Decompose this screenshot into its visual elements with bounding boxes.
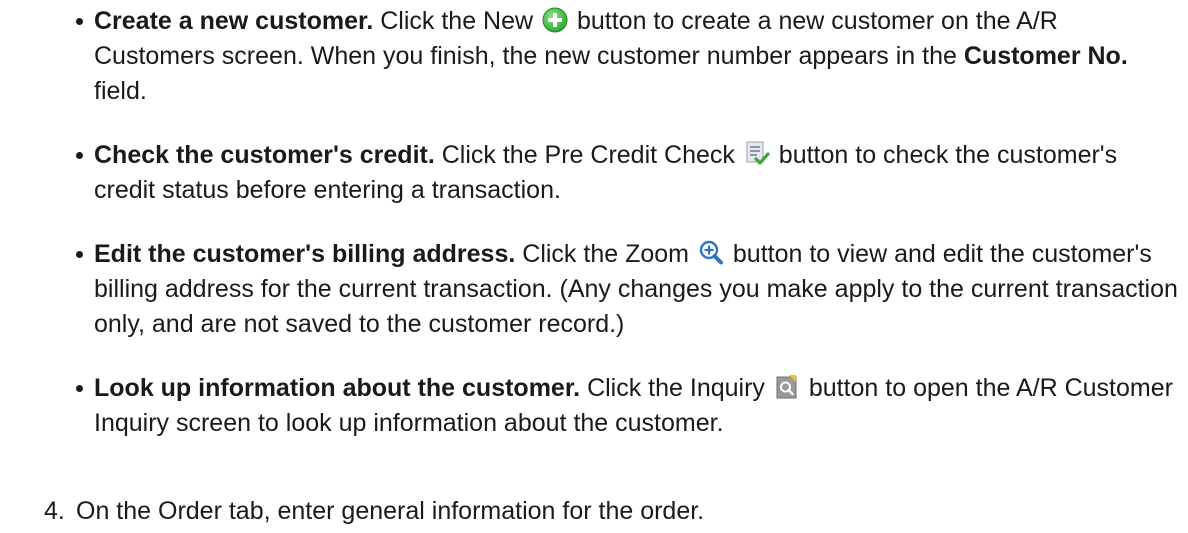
bullet-item-billing-address: Edit the customer's billing address. Cli… (0, 237, 1188, 342)
bullet-dot (76, 251, 83, 258)
bullet-item-inquiry: Look up information about the customer. … (0, 371, 1188, 441)
bullet-list: Create a new customer. Click the New but… (0, 4, 1188, 470)
bullet-dot (76, 152, 83, 159)
bullet-lead: Edit the customer's billing address. (94, 240, 516, 268)
bullet-lead: Check the customer's credit. (94, 141, 435, 169)
bullet-text: Click the Inquiry (580, 374, 772, 402)
customer-no-field-label: Customer No. (963, 42, 1128, 70)
zoom-icon (699, 240, 723, 265)
bullet-text: field. (94, 77, 147, 105)
bullet-lead: Create a new customer. (94, 7, 374, 35)
bullet-text: Click the Pre Credit Check (434, 141, 742, 169)
step-4: 4. On the Order tab, enter general inform… (44, 494, 704, 529)
bullet-dot (76, 18, 83, 25)
help-page: Create a new customer. Click the New but… (0, 0, 1188, 533)
bullet-text: Click the Zoom (515, 240, 696, 268)
bullet-item-credit-check: Check the customer's credit. Click the P… (0, 138, 1188, 208)
bullet-text: Click the New (373, 7, 541, 35)
credit-check-icon (746, 141, 770, 165)
plus-circle-icon (542, 7, 568, 33)
inquiry-icon (776, 375, 797, 399)
step-number: 4. (44, 497, 65, 525)
bullet-lead: Look up information about the customer. (94, 374, 581, 402)
bullet-item-create-customer: Create a new customer. Click the New but… (0, 4, 1188, 109)
step-text: On the Order tab, enter general informat… (76, 497, 705, 525)
bullet-dot (76, 385, 83, 392)
